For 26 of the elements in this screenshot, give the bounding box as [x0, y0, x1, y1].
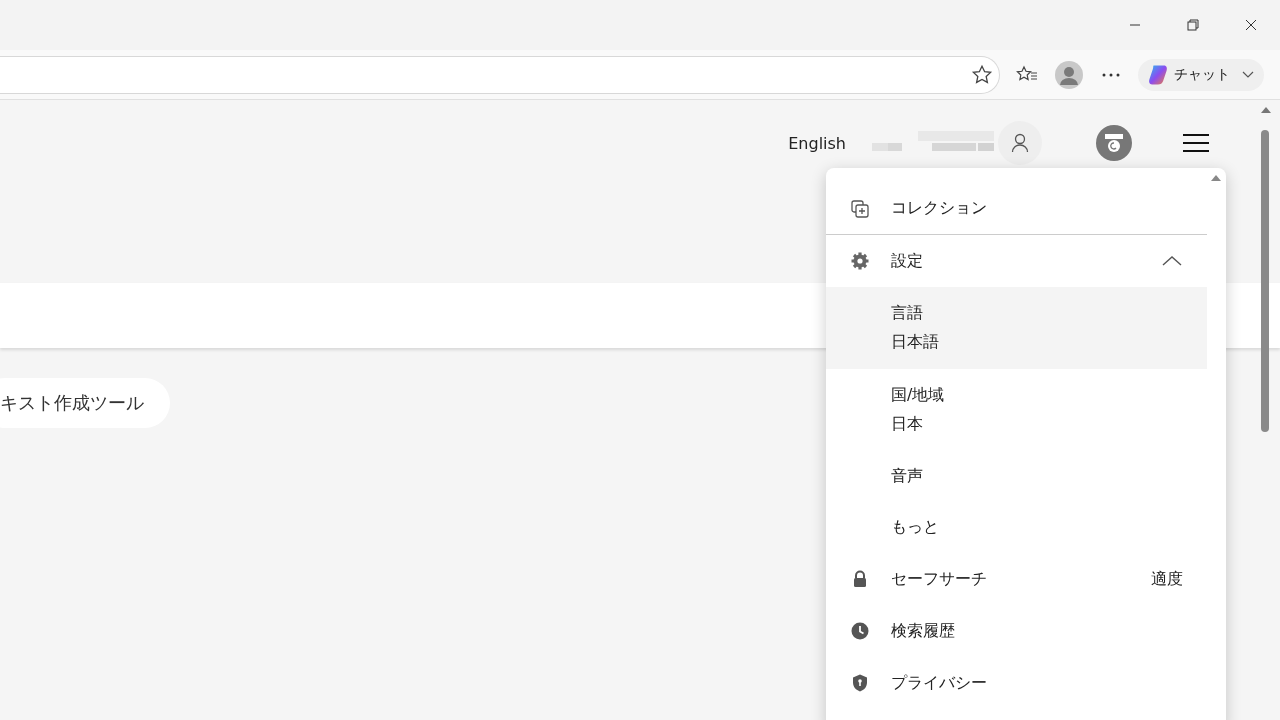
chat-button[interactable]: チャット — [1138, 58, 1264, 91]
favorite-star-icon[interactable] — [971, 63, 993, 86]
scroll-up-icon[interactable] — [1210, 174, 1222, 182]
submenu-item[interactable]: 国/地域 日本 — [826, 369, 1207, 451]
menu-item[interactable]: プライバシー — [826, 657, 1207, 709]
tool-pill[interactable]: キスト作成ツール — [0, 378, 170, 428]
close-icon[interactable] — [1245, 19, 1257, 31]
user-icon[interactable] — [998, 121, 1042, 165]
gear-icon — [850, 251, 870, 271]
language-link[interactable]: English — [788, 133, 846, 153]
scroll-up-icon[interactable] — [1259, 106, 1273, 114]
menu-icon[interactable] — [1182, 133, 1210, 153]
chevron-icon — [1161, 255, 1183, 267]
submenu-item[interactable]: 音声 — [826, 451, 1207, 502]
submenu-item[interactable]: もっと — [826, 502, 1207, 553]
menu-item[interactable]: セーフサーチ 適度 — [826, 553, 1207, 605]
medal-icon[interactable] — [1096, 125, 1132, 161]
settings-header[interactable]: 設定 — [826, 235, 1207, 287]
menu-item[interactable]: コレクション — [826, 182, 1207, 234]
restore-icon[interactable] — [1187, 19, 1199, 31]
profile-avatar-icon[interactable] — [1054, 59, 1084, 90]
shield-icon — [850, 673, 870, 693]
clock-icon — [850, 621, 870, 641]
submenu-item[interactable]: 言語 日本語 — [826, 287, 1207, 369]
collection-icon — [850, 198, 870, 218]
menu-item[interactable]: 検索履歴 — [826, 605, 1207, 657]
